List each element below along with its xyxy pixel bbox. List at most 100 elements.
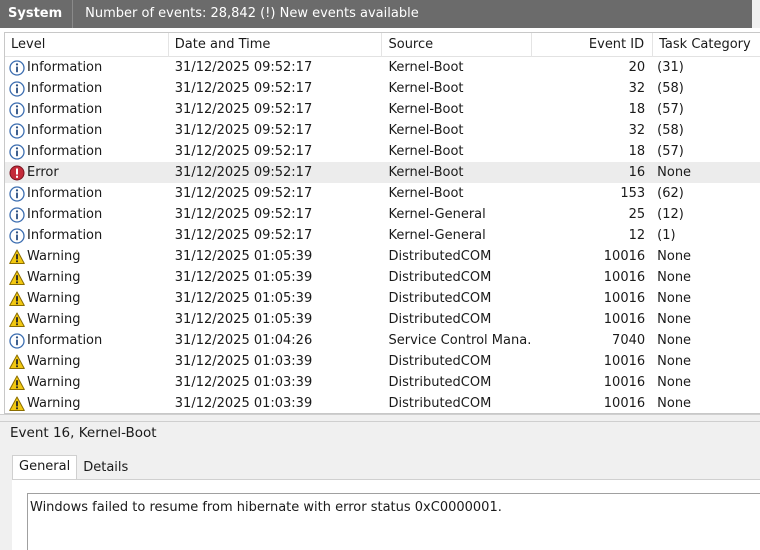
- cell-date-time: 31/12/2025 09:52:17: [174, 60, 313, 75]
- cell-source: DistributedCOM: [388, 354, 492, 369]
- cell-task-category: None: [657, 249, 692, 264]
- cell-event-id: 32: [628, 81, 646, 96]
- cell-event-id: 10016: [603, 291, 646, 306]
- cell-task-category: None: [657, 291, 692, 306]
- cell-date-time: 31/12/2025 01:05:39: [174, 291, 313, 306]
- cell-source: DistributedCOM: [388, 375, 492, 390]
- cell-level: Information: [5, 99, 169, 120]
- level-label: Error: [27, 165, 59, 180]
- cell-event-id: 10016: [603, 396, 646, 411]
- cell-date-time: 31/12/2025 01:03:39: [174, 375, 313, 390]
- cell-level: Warning: [5, 267, 169, 288]
- table-row[interactable]: Information 31/12/2025 09:52:17 Kernel-Boo…: [5, 57, 760, 78]
- cell-level: Error: [5, 162, 169, 183]
- level-label: Warning: [27, 312, 81, 327]
- cell-date-time: 31/12/2025 01:03:39: [174, 396, 313, 411]
- table-row[interactable]: Information 31/12/2025 09:52:17 Kernel-Gen…: [5, 225, 760, 246]
- cell-level: Information: [5, 120, 169, 141]
- cell-source: Kernel-Boot: [388, 102, 464, 117]
- column-header-level[interactable]: Level: [5, 33, 169, 57]
- column-header-source[interactable]: Source: [382, 33, 533, 57]
- table-row[interactable]: Information 31/12/2025 09:52:17 Kernel-Boo…: [5, 183, 760, 204]
- level-label: Warning: [27, 396, 81, 411]
- cell-date-time: 31/12/2025 09:52:17: [174, 207, 313, 222]
- cell-event-id: 10016: [603, 312, 646, 327]
- level-label: Information: [27, 207, 103, 222]
- pane-splitter[interactable]: [0, 414, 760, 422]
- table-row[interactable]: Warning 31/12/2025 01:03:39 DistributedCOM…: [5, 393, 760, 413]
- cell-source: Kernel-General: [388, 228, 486, 243]
- cell-level: Information: [5, 78, 169, 99]
- log-header-bar: System Number of events: 28,842 (!) New …: [0, 0, 760, 28]
- column-header-task-category[interactable]: Task Category: [653, 33, 760, 57]
- event-count-status[interactable]: Number of events: 28,842 (!) New events …: [72, 0, 752, 28]
- warning-icon: [9, 249, 25, 265]
- cell-date-time: 31/12/2025 01:04:26: [174, 333, 313, 348]
- cell-level: Information: [5, 225, 169, 246]
- header-spacer: [752, 0, 760, 28]
- cell-event-id: 18: [628, 102, 646, 117]
- cell-event-id: 32: [628, 123, 646, 138]
- table-row[interactable]: Warning 31/12/2025 01:05:39 DistributedCOM…: [5, 288, 760, 309]
- information-icon: [9, 143, 25, 160]
- warning-icon: [9, 396, 25, 412]
- event-message-box[interactable]: Windows failed to resume from hibernate …: [27, 493, 760, 550]
- cell-source: Kernel-Boot: [388, 144, 464, 159]
- cell-event-id: 10016: [603, 249, 646, 264]
- cell-task-category: None: [657, 312, 692, 327]
- table-row[interactable]: Warning 31/12/2025 01:05:39 DistributedCOM…: [5, 267, 760, 288]
- table-row[interactable]: Information 31/12/2025 01:04:26 Service Co…: [5, 330, 760, 351]
- column-header-event-id[interactable]: Event ID: [532, 33, 654, 57]
- warning-icon: [9, 291, 25, 307]
- table-row[interactable]: Warning 31/12/2025 01:03:39 DistributedCOM…: [5, 372, 760, 393]
- general-tab-panel: Windows failed to resume from hibernate …: [12, 479, 760, 550]
- cell-date-time: 31/12/2025 01:05:39: [174, 249, 313, 264]
- cell-task-category: (57): [657, 102, 684, 117]
- details-tabs: General Details: [12, 455, 135, 481]
- warning-icon: [9, 375, 25, 391]
- level-label: Information: [27, 81, 103, 96]
- cell-task-category: (57): [657, 144, 684, 159]
- level-label: Warning: [27, 291, 81, 306]
- level-label: Information: [27, 333, 103, 348]
- table-row[interactable]: Warning 31/12/2025 01:05:39 DistributedCOM…: [5, 246, 760, 267]
- level-label: Information: [27, 144, 103, 159]
- table-row[interactable]: Information 31/12/2025 09:52:17 Kernel-Boo…: [5, 99, 760, 120]
- tab-general[interactable]: General: [12, 455, 78, 480]
- table-row[interactable]: Information 31/12/2025 09:52:17 Kernel-Boo…: [5, 141, 760, 162]
- cell-task-category: None: [657, 270, 692, 285]
- warning-icon: [9, 354, 25, 370]
- cell-date-time: 31/12/2025 01:05:39: [174, 270, 313, 285]
- cell-level: Information: [5, 141, 169, 162]
- table-row[interactable]: Warning 31/12/2025 01:03:39 DistributedCOM…: [5, 351, 760, 372]
- tab-details[interactable]: Details: [77, 457, 135, 481]
- table-row[interactable]: Error 31/12/2025 09:52:17 Kernel-Boot 16 Non…: [5, 162, 760, 183]
- cell-task-category: (58): [657, 123, 684, 138]
- events-grid[interactable]: Level Date and Time Source Event ID Task…: [4, 32, 760, 414]
- level-label: Information: [27, 228, 103, 243]
- table-row[interactable]: Information 31/12/2025 09:52:17 Kernel-Boo…: [5, 78, 760, 99]
- column-header-date[interactable]: Date and Time: [169, 33, 383, 57]
- level-label: Information: [27, 186, 103, 201]
- cell-source: Kernel-Boot: [388, 186, 464, 201]
- cell-source: Kernel-General: [388, 207, 486, 222]
- cell-date-time: 31/12/2025 01:05:39: [174, 312, 313, 327]
- level-label: Warning: [27, 375, 81, 390]
- cell-level: Information: [5, 183, 169, 204]
- cell-event-id: 18: [628, 144, 646, 159]
- cell-source: DistributedCOM: [388, 291, 492, 306]
- cell-source: Kernel-Boot: [388, 60, 464, 75]
- cell-event-id: 16: [628, 165, 646, 180]
- column-header-row: Level Date and Time Source Event ID Task…: [5, 33, 760, 57]
- table-row[interactable]: Information 31/12/2025 09:52:17 Kernel-Boo…: [5, 120, 760, 141]
- cell-task-category: (1): [657, 228, 676, 243]
- table-row[interactable]: Warning 31/12/2025 01:05:39 DistributedCOM…: [5, 309, 760, 330]
- table-row[interactable]: Information 31/12/2025 09:52:17 Kernel-Gen…: [5, 204, 760, 225]
- level-label: Information: [27, 60, 103, 75]
- cell-level: Warning: [5, 372, 169, 393]
- cell-source: DistributedCOM: [388, 270, 492, 285]
- event-rows: Information 31/12/2025 09:52:17 Kernel-Boo…: [5, 57, 760, 413]
- cell-source: DistributedCOM: [388, 396, 492, 411]
- information-icon: [9, 101, 25, 118]
- cell-event-id: 7040: [612, 333, 646, 348]
